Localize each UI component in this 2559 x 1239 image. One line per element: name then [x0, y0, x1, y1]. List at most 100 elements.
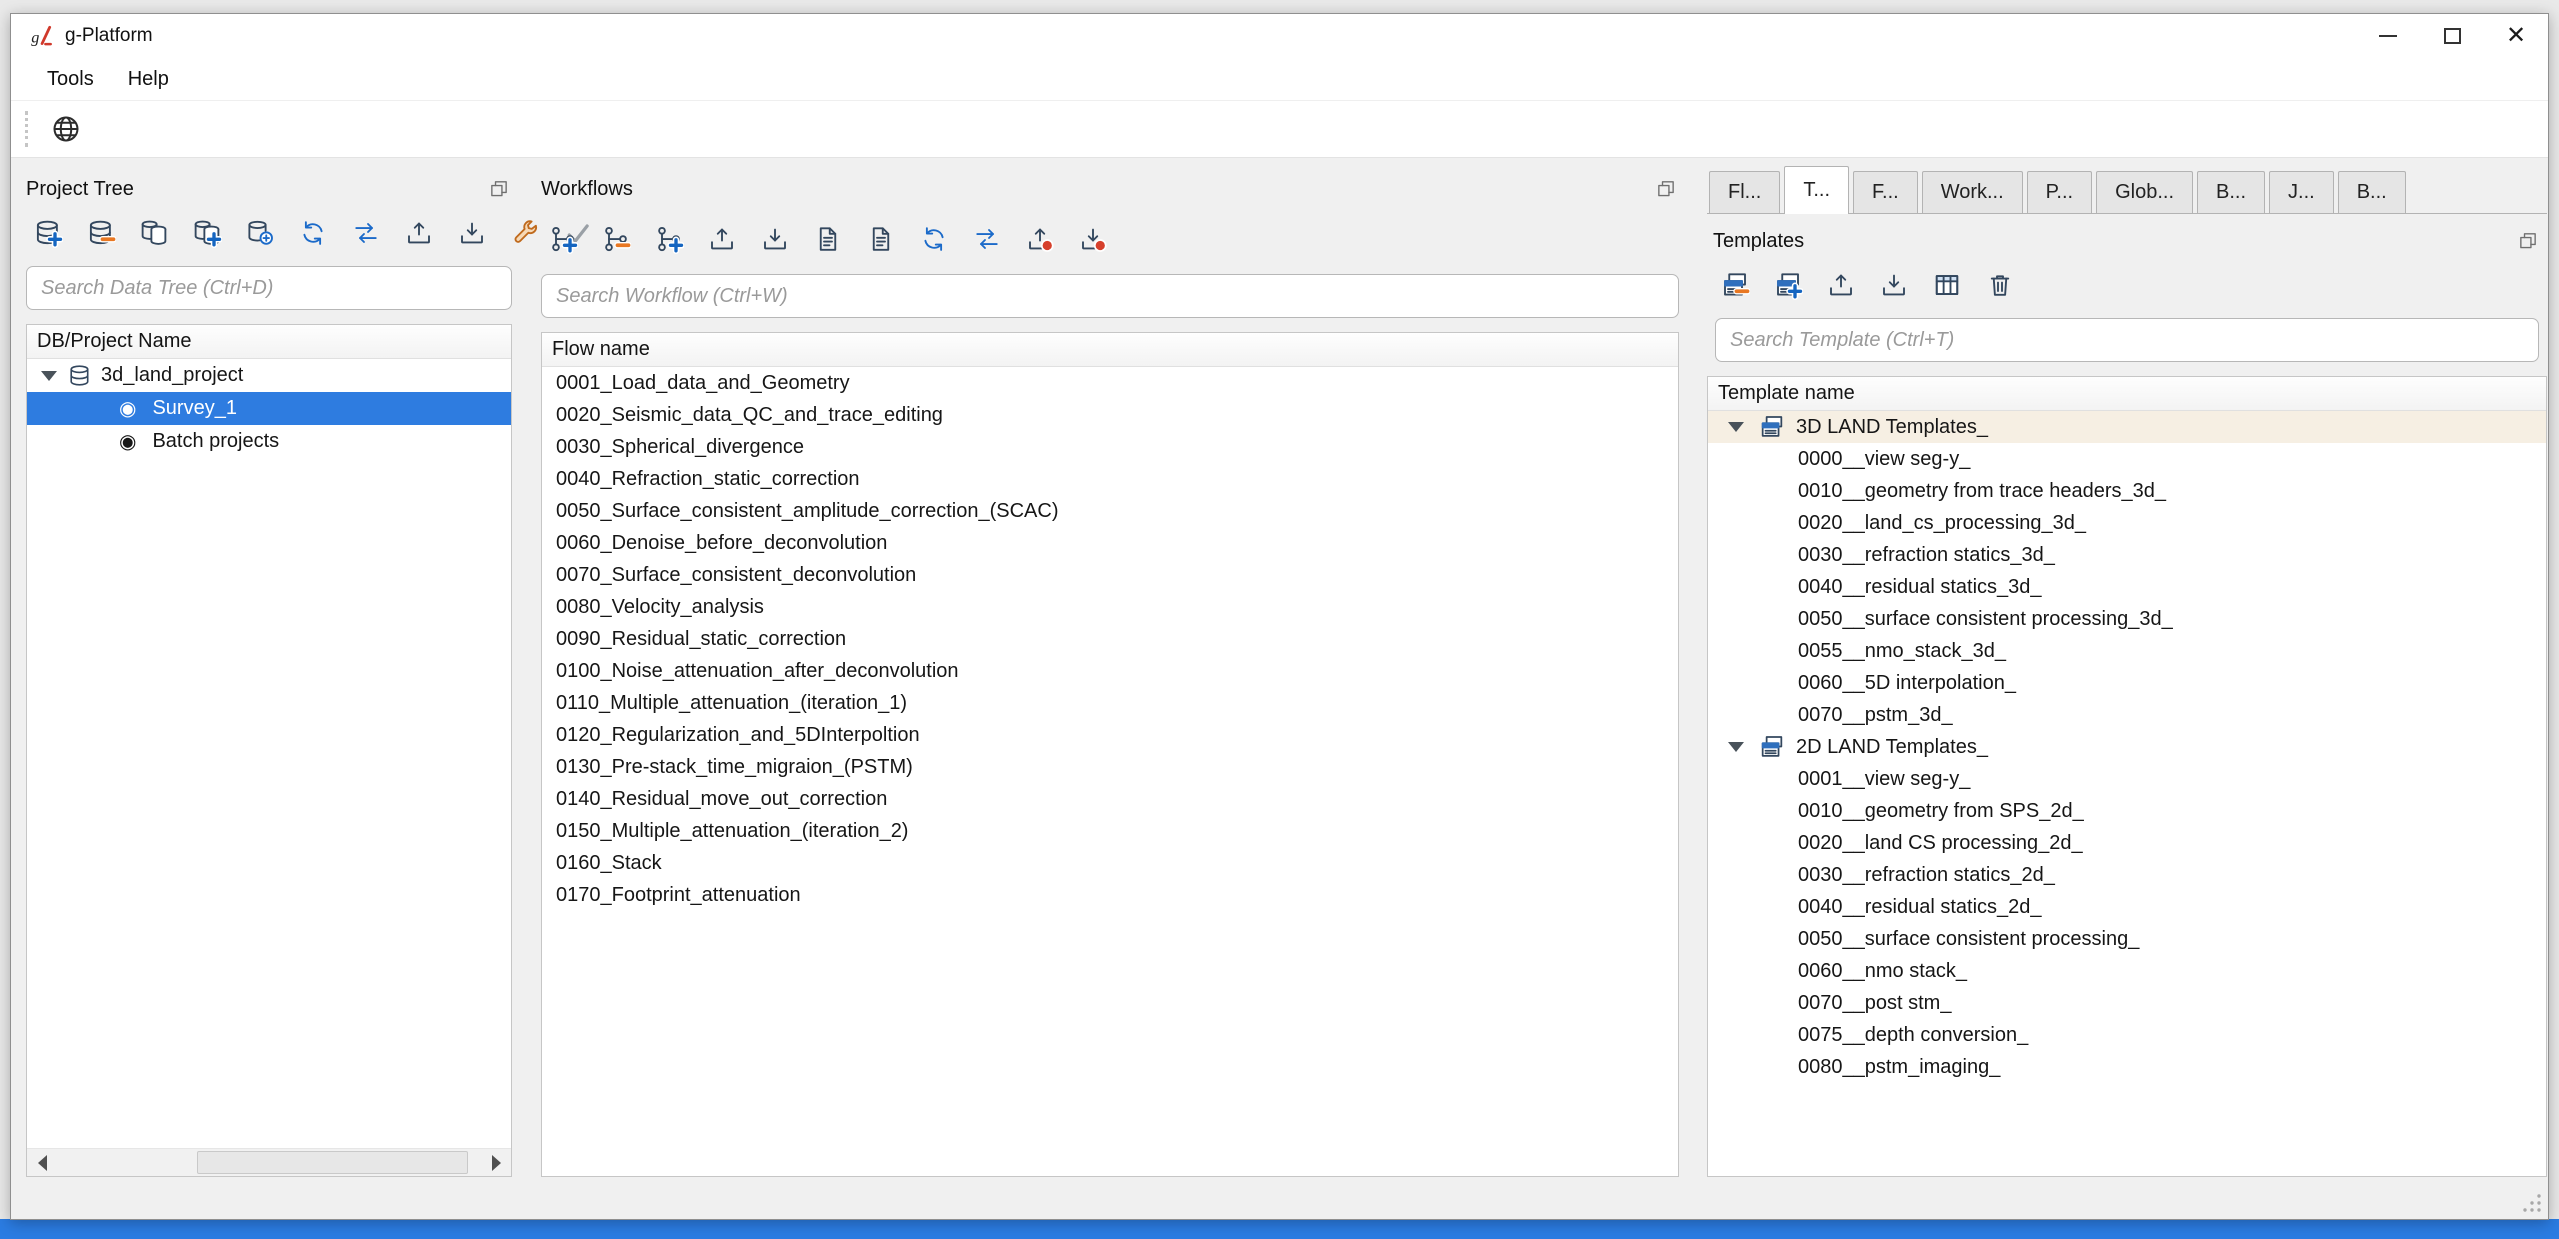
template-item-0075-depth-conversion[interactable]: 0075__depth conversion_ — [1708, 1019, 2546, 1051]
resize-grip[interactable] — [2521, 1192, 2543, 1214]
workflow-item-0050-surface-consistent-amplitude-correction-scac[interactable]: 0050_Surface_consistent_amplitude_correc… — [542, 495, 1678, 527]
tab-t-1[interactable]: T... — [1784, 166, 1849, 214]
template-item-0060-5d-interpolation[interactable]: 0060__5D interpolation_ — [1708, 667, 2546, 699]
reload-database-icon[interactable] — [293, 213, 333, 253]
workflow-item-0130-pre-stack-time-migraion-pstm[interactable]: 0130_Pre-stack_time_migraion_(PSTM) — [542, 751, 1678, 783]
template-search-input[interactable] — [1715, 318, 2539, 362]
scrollbar-thumb[interactable] — [197, 1151, 468, 1174]
tab-p-4[interactable]: P... — [2027, 171, 2092, 213]
menu-help[interactable]: Help — [114, 64, 183, 95]
template-item-0070-pstm-3d[interactable]: 0070__pstm_3d_ — [1708, 699, 2546, 731]
workflows-column-header[interactable]: Flow name — [542, 333, 1678, 367]
workflow-item-0090-residual-static-correction[interactable]: 0090_Residual_static_correction — [542, 623, 1678, 655]
template-item-0080-pstm-imaging[interactable]: 0080__pstm_imaging_ — [1708, 1051, 2546, 1083]
tab-b-8[interactable]: B... — [2338, 171, 2406, 213]
template-item-0030-refraction-statics-3d[interactable]: 0030__refraction statics_3d_ — [1708, 539, 2546, 571]
template-item-0010-geometry-from-sps-2d[interactable]: 0010__geometry from SPS_2d_ — [1708, 795, 2546, 827]
remove-template-icon[interactable] — [1715, 265, 1755, 305]
workflow-log-icon[interactable] — [861, 219, 901, 259]
database-stack-icon[interactable] — [187, 213, 227, 253]
swap-database-icon[interactable] — [346, 213, 386, 253]
tab-j-7[interactable]: J... — [2269, 171, 2334, 213]
batch-export-icon[interactable] — [1073, 219, 1113, 259]
workflow-item-0080-velocity-analysis[interactable]: 0080_Velocity_analysis — [542, 591, 1678, 623]
template-item-0040-residual-statics-2d[interactable]: 0040__residual statics_2d_ — [1708, 891, 2546, 923]
add-workflow-icon[interactable] — [543, 219, 583, 259]
tab-fl-0[interactable]: Fl... — [1709, 171, 1780, 213]
workflow-item-0120-regularization-and-5dinterpoltion[interactable]: 0120_Regularization_and_5DInterpoltion — [542, 719, 1678, 751]
scroll-left-arrow-icon[interactable] — [27, 1149, 57, 1176]
template-item-0060-nmo-stack[interactable]: 0060__nmo stack_ — [1708, 955, 2546, 987]
tab-glob-5[interactable]: Glob... — [2096, 171, 2193, 213]
tree-item-survey-1[interactable]: ◉Survey_1 — [27, 392, 511, 425]
scroll-right-arrow-icon[interactable] — [481, 1149, 511, 1176]
template-group-3d-land-templates[interactable]: 3D LAND Templates_ — [1708, 411, 2546, 443]
workflow-item-0070-surface-consistent-deconvolution[interactable]: 0070_Surface_consistent_deconvolution — [542, 559, 1678, 591]
globe-icon[interactable] — [46, 109, 86, 149]
template-item-0020-land-cs-processing-2d[interactable]: 0020__land CS processing_2d_ — [1708, 827, 2546, 859]
workflow-item-0001-load-data-and-geometry[interactable]: 0001_Load_data_and_Geometry — [542, 367, 1678, 399]
duplicate-template-icon[interactable] — [1768, 265, 1808, 305]
float-panel-icon[interactable] — [486, 176, 512, 202]
workflow-item-0160-stack[interactable]: 0160_Stack — [542, 847, 1678, 879]
database-link-icon[interactable] — [240, 213, 280, 253]
workflow-item-0030-spherical-divergence[interactable]: 0030_Spherical_divergence — [542, 431, 1678, 463]
template-item-0010-geometry-from-trace-headers-3d[interactable]: 0010__geometry from trace headers_3d_ — [1708, 475, 2546, 507]
template-item-0020-land-cs-processing-3d[interactable]: 0020__land_cs_processing_3d_ — [1708, 507, 2546, 539]
import-workflow-icon[interactable] — [702, 219, 742, 259]
template-item-0055-nmo-stack-3d[interactable]: 0055__nmo_stack_3d_ — [1708, 635, 2546, 667]
tab-f-2[interactable]: F... — [1853, 171, 1918, 213]
delete-template-icon[interactable] — [1980, 265, 2020, 305]
remove-database-icon[interactable] — [81, 213, 121, 253]
import-template-icon[interactable] — [1821, 265, 1861, 305]
scrollbar-track[interactable] — [57, 1149, 481, 1176]
project-tree-column-header[interactable]: DB/Project Name — [27, 325, 511, 359]
float-panel-icon[interactable] — [1653, 176, 1679, 202]
tree-item-batch-projects[interactable]: ◉Batch projects — [27, 425, 511, 458]
expander-icon[interactable] — [41, 371, 57, 381]
minimize-button[interactable] — [2356, 14, 2420, 58]
template-table-icon[interactable] — [1927, 265, 1967, 305]
close-button[interactable]: ✕ — [2484, 14, 2548, 58]
workflow-item-0040-refraction-static-correction[interactable]: 0040_Refraction_static_correction — [542, 463, 1678, 495]
templates-column-header[interactable]: Template name — [1708, 377, 2546, 411]
export-template-icon[interactable] — [1874, 265, 1914, 305]
import-database-icon[interactable] — [399, 213, 439, 253]
workflow-item-0150-multiple-attenuation-iteration-2[interactable]: 0150_Multiple_attenuation_(iteration_2) — [542, 815, 1678, 847]
template-item-0001-view-seg-y[interactable]: 0001__view seg-y_ — [1708, 763, 2546, 795]
tree-item-3d-land-project[interactable]: 3d_land_project — [27, 359, 511, 392]
swap-workflow-icon[interactable] — [967, 219, 1007, 259]
workflow-item-0110-multiple-attenuation-iteration-1[interactable]: 0110_Multiple_attenuation_(iteration_1) — [542, 687, 1678, 719]
duplicate-database-icon[interactable] — [134, 213, 174, 253]
workflow-item-0020-seismic-data-qc-and-trace-editing[interactable]: 0020_Seismic_data_QC_and_trace_editing — [542, 399, 1678, 431]
float-panel-icon[interactable] — [2515, 228, 2541, 254]
template-item-0030-refraction-statics-2d[interactable]: 0030__refraction statics_2d_ — [1708, 859, 2546, 891]
workflow-item-0170-footprint-attenuation[interactable]: 0170_Footprint_attenuation — [542, 879, 1678, 911]
tab-b-6[interactable]: B... — [2197, 171, 2265, 213]
add-database-icon[interactable] — [28, 213, 68, 253]
expander-icon[interactable] — [1728, 742, 1744, 752]
tab-work-3[interactable]: Work... — [1922, 171, 2023, 213]
toolbar-grip-handle[interactable] — [25, 111, 28, 147]
menu-tools[interactable]: Tools — [33, 64, 108, 95]
export-database-icon[interactable] — [452, 213, 492, 253]
template-item-0000-view-seg-y[interactable]: 0000__view seg-y_ — [1708, 443, 2546, 475]
workflow-item-0060-denoise-before-deconvolution[interactable]: 0060_Denoise_before_deconvolution — [542, 527, 1678, 559]
horizontal-scrollbar[interactable] — [27, 1148, 511, 1176]
project-tree-search-input[interactable] — [26, 266, 512, 310]
template-item-0070-post-stm[interactable]: 0070__post stm_ — [1708, 987, 2546, 1019]
expander-icon[interactable] — [1728, 422, 1744, 432]
maximize-button[interactable] — [2420, 14, 2484, 58]
template-item-0040-residual-statics-3d[interactable]: 0040__residual statics_3d_ — [1708, 571, 2546, 603]
batch-import-icon[interactable] — [1020, 219, 1060, 259]
export-workflow-icon[interactable] — [755, 219, 795, 259]
reload-workflow-icon[interactable] — [914, 219, 954, 259]
workflow-search-input[interactable] — [541, 274, 1679, 318]
repair-database-icon[interactable] — [505, 213, 545, 253]
template-item-0050-surface-consistent-processing-3d[interactable]: 0050__surface consistent processing_3d_ — [1708, 603, 2546, 635]
workflow-item-0140-residual-move-out-correction[interactable]: 0140_Residual_move_out_correction — [542, 783, 1678, 815]
template-group-2d-land-templates[interactable]: 2D LAND Templates_ — [1708, 731, 2546, 763]
workflow-item-0100-noise-attenuation-after-deconvolution[interactable]: 0100_Noise_attenuation_after_deconvoluti… — [542, 655, 1678, 687]
template-item-0050-surface-consistent-processing[interactable]: 0050__surface consistent processing_ — [1708, 923, 2546, 955]
duplicate-workflow-icon[interactable] — [649, 219, 689, 259]
